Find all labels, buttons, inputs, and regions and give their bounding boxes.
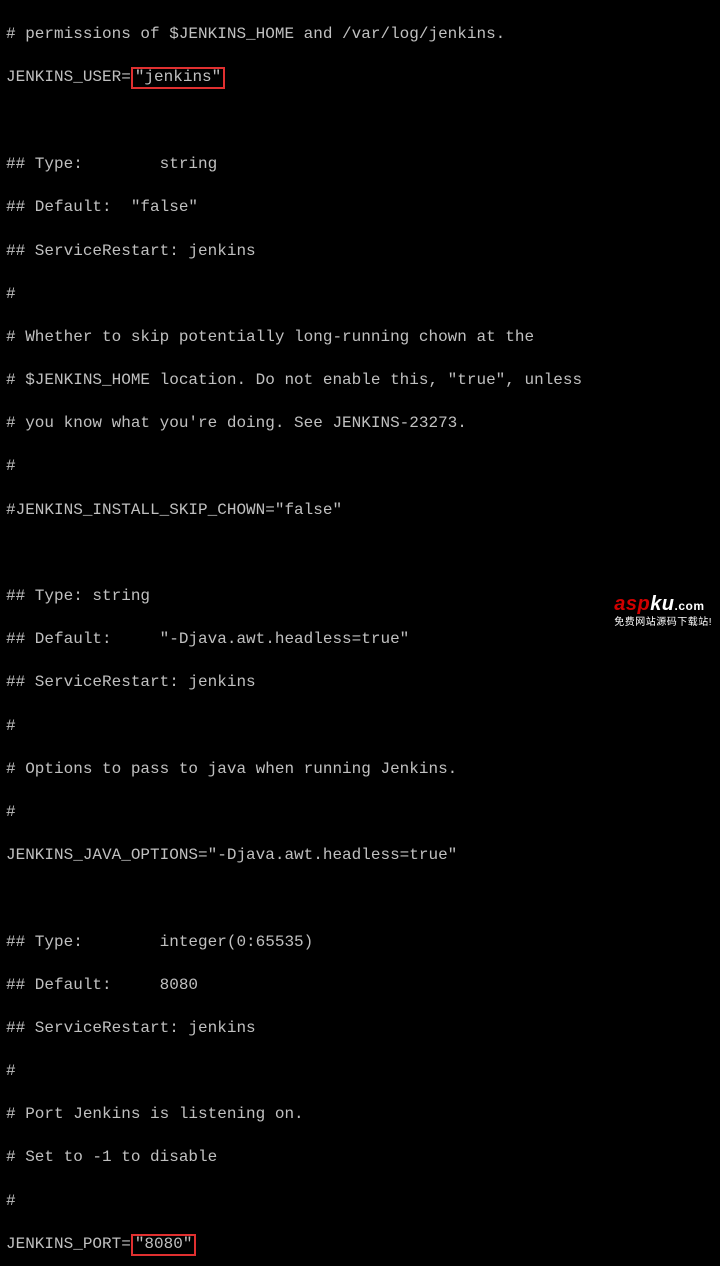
config-comment-line: # Port Jenkins is listening on. xyxy=(6,1104,714,1126)
config-comment-line: ## ServiceRestart: jenkins xyxy=(6,672,714,694)
config-comment-line: # Options to pass to java when running J… xyxy=(6,759,714,781)
config-comment-line: ## Default: "-Djava.awt.headless=true" xyxy=(6,629,714,651)
config-comment-line: ## ServiceRestart: jenkins xyxy=(6,241,714,263)
config-key: JENKINS_USER= xyxy=(6,68,131,86)
config-assignment-jenkins-port: JENKINS_PORT="8080" xyxy=(6,1234,714,1257)
blank-line xyxy=(6,543,714,565)
watermark-sub: 免费网站源码下载站! xyxy=(614,616,712,630)
config-comment-line: # Whether to skip potentially long-runni… xyxy=(6,327,714,349)
watermark: aspku.com 免费网站源码下载站! xyxy=(614,591,712,630)
watermark-com: .com xyxy=(675,599,705,613)
config-comment-line: # xyxy=(6,716,714,738)
config-comment-line: # $JENKINS_HOME location. Do not enable … xyxy=(6,370,714,392)
config-comment-line: ## Default: "false" xyxy=(6,197,714,219)
highlight-box-jenkins-port: "8080" xyxy=(131,1234,197,1257)
config-comment-line: # xyxy=(6,456,714,478)
config-comment-line: # xyxy=(6,1191,714,1213)
config-comment-line: # xyxy=(6,284,714,306)
terminal-viewport[interactable]: # permissions of $JENKINS_HOME and /var/… xyxy=(0,0,720,1266)
config-assignment-jenkins-user: JENKINS_USER="jenkins" xyxy=(6,67,714,90)
config-comment-line: # Set to -1 to disable xyxy=(6,1147,714,1169)
config-comment-line: ## Type: string xyxy=(6,586,714,608)
config-assignment-java-options: JENKINS_JAVA_OPTIONS="-Djava.awt.headles… xyxy=(6,845,714,867)
config-comment-line: ## Default: 8080 xyxy=(6,975,714,997)
blank-line xyxy=(6,111,714,133)
config-key: JENKINS_PORT= xyxy=(6,1235,131,1253)
watermark-asp: asp xyxy=(614,593,650,615)
config-commented-assignment: #JENKINS_INSTALL_SKIP_CHOWN="false" xyxy=(6,500,714,522)
config-comment-line: # you know what you're doing. See JENKIN… xyxy=(6,413,714,435)
config-comment-line: ## Type: string xyxy=(6,154,714,176)
config-comment-line: # xyxy=(6,802,714,824)
config-comment-line: # permissions of $JENKINS_HOME and /var/… xyxy=(6,24,714,46)
blank-line xyxy=(6,888,714,910)
config-comment-line: ## ServiceRestart: jenkins xyxy=(6,1018,714,1040)
config-comment-line: # xyxy=(6,1061,714,1083)
highlight-box-jenkins-user: "jenkins" xyxy=(131,67,225,90)
watermark-ku: ku xyxy=(650,593,674,615)
config-comment-line: ## Type: integer(0:65535) xyxy=(6,932,714,954)
